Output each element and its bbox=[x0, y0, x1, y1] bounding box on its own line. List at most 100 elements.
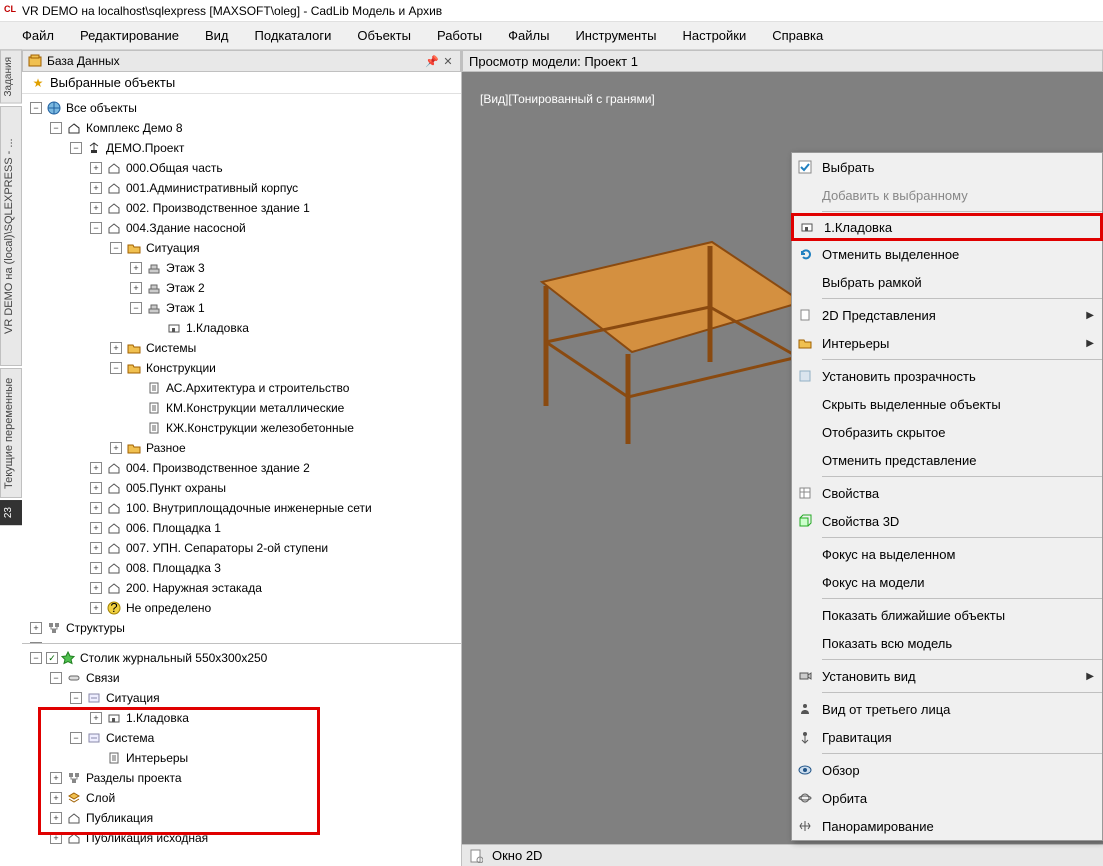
expand-icon[interactable]: + bbox=[30, 622, 42, 634]
tree-node[interactable]: КЖ.Конструкции железобетонные bbox=[22, 418, 461, 438]
tree-node[interactable]: −Связи bbox=[22, 668, 461, 688]
tree-node[interactable]: +Публикация bbox=[22, 808, 461, 828]
expand-icon[interactable]: + bbox=[90, 522, 102, 534]
menu-файлы[interactable]: Файлы bbox=[506, 24, 551, 47]
expand-icon[interactable]: + bbox=[90, 182, 102, 194]
ctx-скрыть-выделенные-объекты[interactable]: Скрыть выделенные объекты bbox=[792, 390, 1102, 418]
ctx-фокус-на-модели[interactable]: Фокус на модели bbox=[792, 568, 1102, 596]
tree-node[interactable]: +?Не определено bbox=[22, 598, 461, 618]
expand-icon[interactable]: + bbox=[110, 342, 122, 354]
ctx-отменить-представление[interactable]: Отменить представление bbox=[792, 446, 1102, 474]
ctx-интерьеры[interactable]: Интерьеры▶ bbox=[792, 329, 1102, 357]
expand-icon[interactable]: + bbox=[90, 202, 102, 214]
selected-tree[interactable]: −✓Столик журнальный 550х300х250−Связи−Си… bbox=[22, 644, 461, 866]
ctx-свойства[interactable]: Свойства bbox=[792, 479, 1102, 507]
menu-работы[interactable]: Работы bbox=[435, 24, 484, 47]
ctx-показать-всю-модель[interactable]: Показать всю модель bbox=[792, 629, 1102, 657]
menu-подкаталоги[interactable]: Подкаталоги bbox=[253, 24, 334, 47]
tree-node[interactable]: −ДЕМО.Проект bbox=[22, 138, 461, 158]
ctx-вид-от-третьего-лица[interactable]: Вид от третьего лица bbox=[792, 695, 1102, 723]
expand-icon[interactable]: + bbox=[130, 282, 142, 294]
menu-объекты[interactable]: Объекты bbox=[355, 24, 413, 47]
collapse-icon[interactable]: − bbox=[70, 692, 82, 704]
menu-редактирование[interactable]: Редактирование bbox=[78, 24, 181, 47]
ctx-показать-ближайшие-объекты[interactable]: Показать ближайшие объекты bbox=[792, 601, 1102, 629]
expand-icon[interactable]: + bbox=[90, 502, 102, 514]
collapse-icon[interactable]: − bbox=[90, 222, 102, 234]
ctx-орбита[interactable]: Орбита bbox=[792, 784, 1102, 812]
tree-node[interactable]: +100. Внутриплощадочные инженерные сети bbox=[22, 498, 461, 518]
collapse-icon[interactable]: − bbox=[70, 732, 82, 744]
tree-node[interactable]: +001.Административный корпус bbox=[22, 178, 461, 198]
tree-node[interactable]: Интерьеры bbox=[22, 748, 461, 768]
expand-icon[interactable]: + bbox=[90, 562, 102, 574]
tree-node[interactable]: −004.Здание насосной bbox=[22, 218, 461, 238]
tree-node[interactable]: −Этаж 1 bbox=[22, 298, 461, 318]
expand-icon[interactable]: + bbox=[90, 462, 102, 474]
tree-node[interactable]: +004. Производственное здание 2 bbox=[22, 458, 461, 478]
expand-icon[interactable]: + bbox=[90, 482, 102, 494]
menu-настройки[interactable]: Настройки bbox=[681, 24, 749, 47]
ctx-свойства-3d[interactable]: Свойства 3D bbox=[792, 507, 1102, 535]
expand-icon[interactable]: + bbox=[50, 792, 62, 804]
collapse-icon[interactable]: − bbox=[30, 102, 42, 114]
checkbox-icon[interactable]: ✓ bbox=[46, 652, 58, 664]
context-menu[interactable]: ВыбратьДобавить к выбранному 1.Кладовка От… bbox=[791, 152, 1103, 841]
object-tree[interactable]: −Все объекты−Комплекс Демо 8−ДЕМО.Проект… bbox=[22, 94, 461, 644]
tree-node[interactable]: −Все объекты bbox=[22, 98, 461, 118]
tree-node[interactable]: +Публикация исходная bbox=[22, 828, 461, 848]
collapse-icon[interactable]: − bbox=[30, 652, 42, 664]
collapse-icon[interactable]: − bbox=[130, 302, 142, 314]
tree-node[interactable]: +007. УПН. Сепараторы 2-ой ступени bbox=[22, 538, 461, 558]
side-tab-db[interactable]: VR DEMO на (local)\SQLEXPRESS - ... bbox=[0, 106, 22, 366]
menu-вид[interactable]: Вид bbox=[203, 24, 231, 47]
expand-icon[interactable]: + bbox=[90, 602, 102, 614]
collapse-icon[interactable]: − bbox=[50, 672, 62, 684]
tree-node[interactable]: +Этаж 2 bbox=[22, 278, 461, 298]
tree-node[interactable]: +Разделы проекта bbox=[22, 768, 461, 788]
collapse-icon[interactable]: − bbox=[110, 362, 122, 374]
expand-icon[interactable]: + bbox=[90, 712, 102, 724]
model-object-table[interactable] bbox=[502, 192, 822, 452]
tree-node[interactable]: +1.Кладовка bbox=[22, 708, 461, 728]
tree-node[interactable]: +Системы bbox=[22, 338, 461, 358]
expand-icon[interactable]: + bbox=[90, 162, 102, 174]
expand-icon[interactable]: + bbox=[110, 442, 122, 454]
side-tab-vars[interactable]: Текущие переменные bbox=[0, 368, 22, 498]
menu-файл[interactable]: Файл bbox=[20, 24, 56, 47]
ctx-фокус-на-выделенном[interactable]: Фокус на выделенном bbox=[792, 540, 1102, 568]
tree-node[interactable]: +Этаж 3 bbox=[22, 258, 461, 278]
ctx-отобразить-скрытое[interactable]: Отобразить скрытое bbox=[792, 418, 1102, 446]
menu-инструменты[interactable]: Инструменты bbox=[573, 24, 658, 47]
tree-node[interactable]: +200. Наружная эстакада bbox=[22, 578, 461, 598]
tree-node[interactable]: +000.Общая часть bbox=[22, 158, 461, 178]
expand-icon[interactable]: + bbox=[90, 582, 102, 594]
side-tab-23[interactable]: 23 bbox=[0, 500, 22, 525]
expand-icon[interactable]: + bbox=[50, 772, 62, 784]
expand-icon[interactable]: + bbox=[50, 812, 62, 824]
expand-icon[interactable]: + bbox=[90, 542, 102, 554]
tree-node[interactable]: +008. Площадка 3 bbox=[22, 558, 461, 578]
tree-node[interactable]: +006. Площадка 1 bbox=[22, 518, 461, 538]
ctx-выбрать-рамкой[interactable]: Выбрать рамкой bbox=[792, 268, 1102, 296]
expand-icon[interactable]: + bbox=[50, 832, 62, 844]
tree-node[interactable]: КМ.Конструкции металлические bbox=[22, 398, 461, 418]
collapse-icon[interactable]: − bbox=[70, 142, 82, 154]
expand-icon[interactable]: + bbox=[130, 262, 142, 274]
tree-node[interactable]: +Структуры bbox=[22, 618, 461, 638]
close-icon[interactable]: ✕ bbox=[440, 53, 456, 69]
ctx-установить-прозрачность[interactable]: Установить прозрачность bbox=[792, 362, 1102, 390]
ctx-обзор[interactable]: Обзор bbox=[792, 756, 1102, 784]
tree-node[interactable]: +002. Производственное здание 1 bbox=[22, 198, 461, 218]
ctx-добавить-к-выбранному[interactable]: Добавить к выбранному bbox=[792, 181, 1102, 209]
ctx-установить-вид[interactable]: Установить вид▶ bbox=[792, 662, 1102, 690]
tree-node[interactable]: −Конструкции bbox=[22, 358, 461, 378]
tree-node[interactable]: −Ситуация bbox=[22, 688, 461, 708]
pin-icon[interactable]: 📌 bbox=[424, 53, 440, 69]
ctx-1.кладовка[interactable]: 1.Кладовка bbox=[791, 213, 1103, 241]
tree-node[interactable]: +Слой bbox=[22, 788, 461, 808]
ctx-выбрать[interactable]: Выбрать bbox=[792, 153, 1102, 181]
tree-node[interactable]: +005.Пункт охраны bbox=[22, 478, 461, 498]
collapse-icon[interactable]: − bbox=[50, 122, 62, 134]
tree-node[interactable]: −Система bbox=[22, 728, 461, 748]
